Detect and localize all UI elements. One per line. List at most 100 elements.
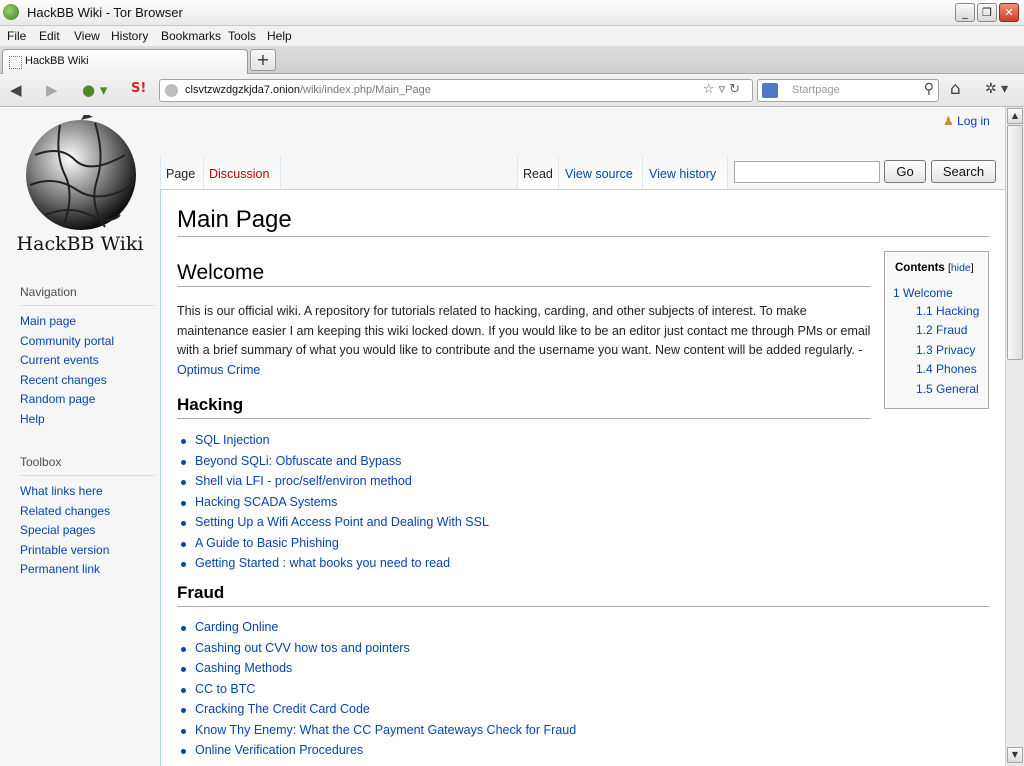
toc-item[interactable]: 1.3 Privacy bbox=[916, 343, 975, 357]
list-item[interactable]: SQL Injection bbox=[181, 430, 489, 451]
tab-label: HackBB Wiki bbox=[25, 55, 89, 67]
list-item[interactable]: Hacking SCADA Systems bbox=[181, 492, 489, 513]
menu-edit[interactable]: Edit bbox=[39, 29, 60, 43]
url-host: clsvtzwzdgzkjda7.onion bbox=[185, 84, 300, 96]
toolbox-link[interactable]: What links here bbox=[20, 482, 155, 502]
list-item[interactable]: Setting Up a Wifi Access Point and Deali… bbox=[181, 512, 489, 533]
nav-link[interactable]: Current events bbox=[20, 351, 155, 371]
toc-item[interactable]: 1.1 Hacking bbox=[916, 304, 979, 318]
toolbox-link[interactable]: Printable version bbox=[20, 541, 155, 561]
toc-item[interactable]: 1.2 Fraud bbox=[916, 323, 967, 337]
scroll-up-icon[interactable]: ▲ bbox=[1007, 108, 1023, 124]
toc-item[interactable]: 1 Welcome bbox=[893, 286, 953, 300]
menu-file[interactable]: File bbox=[7, 29, 26, 43]
minimize-button[interactable]: _ bbox=[955, 3, 975, 22]
forward-arrow-icon[interactable]: ▶ bbox=[46, 81, 58, 99]
tab-view-source[interactable]: View source bbox=[565, 167, 633, 181]
tab-view-history[interactable]: View history bbox=[649, 167, 716, 181]
menu-help[interactable]: Help bbox=[267, 29, 292, 43]
intro-text: This is our official wiki. A repository … bbox=[177, 304, 871, 357]
content-area: Main Page Welcome This is our official w… bbox=[160, 189, 1005, 766]
addon-icon[interactable]: ✲ ▾ bbox=[985, 81, 1008, 97]
url-actions: ☆▿↻ bbox=[703, 82, 744, 97]
search-button[interactable]: Search bbox=[931, 160, 996, 183]
author-link[interactable]: Optimus Crime bbox=[177, 363, 260, 377]
list-item[interactable]: Know Thy Enemy: What the CC Payment Gate… bbox=[181, 720, 576, 741]
toolbox-link[interactable]: Related changes bbox=[20, 502, 155, 522]
search-engine-icon[interactable] bbox=[762, 83, 778, 98]
nav-link[interactable]: Main page bbox=[20, 312, 155, 332]
tab-bar: HackBB Wiki + bbox=[0, 46, 1024, 74]
fraud-list: Carding Online Cashing out CVV how tos a… bbox=[181, 617, 576, 761]
list-item[interactable]: Cracking The Credit Card Code bbox=[181, 699, 576, 720]
list-item[interactable]: CC to BTC bbox=[181, 679, 576, 700]
title-divider bbox=[177, 236, 989, 237]
nav-link[interactable]: Recent changes bbox=[20, 371, 155, 391]
dropdown-arrow-icon[interactable]: ▿ bbox=[719, 82, 730, 97]
toc-hide[interactable]: [hide] bbox=[948, 262, 974, 274]
toolbox-link[interactable]: Special pages bbox=[20, 521, 155, 541]
list-item[interactable]: Cashing out CVV how tos and pointers bbox=[181, 638, 576, 659]
menu-tools[interactable]: Tools bbox=[228, 29, 256, 43]
address-bar[interactable]: clsvtzwzdgzkjda7.onion/wiki/index.php/Ma… bbox=[159, 79, 753, 102]
wiki-logo-text: HackBB Wiki bbox=[16, 233, 144, 255]
bookmark-star-icon[interactable]: ☆ bbox=[703, 82, 719, 97]
url-path: /wiki/index.php/Main_Page bbox=[299, 84, 431, 96]
login-link[interactable]: ♟ Log in bbox=[943, 114, 990, 128]
home-icon[interactable]: ⌂ bbox=[950, 79, 961, 99]
list-item[interactable]: Cashing Methods bbox=[181, 658, 576, 679]
search-placeholder: Startpage bbox=[792, 84, 840, 96]
nav-link[interactable]: Random page bbox=[20, 390, 155, 410]
menu-history[interactable]: History bbox=[111, 29, 148, 43]
list-item[interactable]: Beyond SQLi: Obfuscate and Bypass bbox=[181, 451, 489, 472]
fraud-heading: Fraud bbox=[177, 583, 225, 602]
web-page: HackBB Wiki Navigation Main page Communi… bbox=[0, 107, 1005, 766]
window-titlebar: HackBB Wiki - Tor Browser _ ❐ ✕ bbox=[0, 0, 1024, 26]
list-item[interactable]: A Guide to Basic Phishing bbox=[181, 533, 489, 554]
menu-view[interactable]: View bbox=[74, 29, 100, 43]
magnifier-icon[interactable]: ⚲ bbox=[924, 81, 934, 97]
nav-link[interactable]: Help bbox=[20, 410, 155, 430]
menu-bookmarks[interactable]: Bookmarks bbox=[161, 29, 221, 43]
maximize-button[interactable]: ❐ bbox=[977, 3, 997, 22]
noscript-icon[interactable]: S! bbox=[131, 81, 146, 96]
new-tab-button[interactable]: + bbox=[250, 49, 276, 71]
scroll-thumb[interactable] bbox=[1007, 125, 1023, 360]
list-item[interactable]: Online Verification Procedures bbox=[181, 740, 576, 761]
welcome-heading: Welcome bbox=[177, 261, 265, 284]
site-identity-icon[interactable] bbox=[165, 84, 178, 97]
tab-discussion[interactable]: Discussion bbox=[209, 167, 269, 181]
wiki-search-input[interactable] bbox=[734, 161, 880, 183]
browser-tab[interactable]: HackBB Wiki bbox=[2, 49, 248, 74]
table-of-contents: Contents [hide] 1 Welcome 1.1 Hacking 1.… bbox=[884, 251, 989, 409]
hacking-list: SQL Injection Beyond SQLi: Obfuscate and… bbox=[181, 430, 489, 574]
toc-hide-link[interactable]: hide bbox=[951, 262, 971, 274]
go-button[interactable]: Go bbox=[884, 160, 926, 183]
vertical-scrollbar[interactable]: ▲ ▼ bbox=[1005, 107, 1024, 766]
toc-item[interactable]: 1.4 Phones bbox=[916, 362, 977, 376]
navigation-toolbar: ◀ ▶ ● ▾ S! clsvtzwzdgzkjda7.onion/wiki/i… bbox=[0, 74, 1024, 107]
user-icon: ♟ bbox=[943, 114, 954, 128]
tor-browser-icon bbox=[3, 4, 19, 20]
toc-item[interactable]: 1.5 General bbox=[916, 382, 979, 396]
list-item[interactable]: Shell via LFI - proc/self/environ method bbox=[181, 471, 489, 492]
list-item[interactable]: Getting Started : what books you need to… bbox=[181, 553, 489, 574]
tor-onion-button-icon[interactable]: ● ▾ bbox=[82, 81, 107, 99]
page-title: Main Page bbox=[177, 206, 292, 233]
navigation-portal: Navigation Main page Community portal Cu… bbox=[20, 285, 155, 429]
search-engine-bar[interactable]: Startpage ⚲ bbox=[757, 79, 939, 102]
reload-icon[interactable]: ↻ bbox=[729, 82, 744, 97]
tab-page[interactable]: Page bbox=[166, 167, 195, 181]
toolbox-link[interactable]: Permanent link bbox=[20, 560, 155, 580]
list-item[interactable]: Carding Online bbox=[181, 617, 576, 638]
back-arrow-icon[interactable]: ◀ bbox=[10, 81, 22, 99]
tab-read[interactable]: Read bbox=[523, 167, 553, 181]
url-text: clsvtzwzdgzkjda7.onion/wiki/index.php/Ma… bbox=[185, 84, 431, 96]
scroll-down-icon[interactable]: ▼ bbox=[1007, 747, 1023, 763]
close-button[interactable]: ✕ bbox=[999, 3, 1019, 22]
menu-bar: File Edit View History Bookmarks Tools H… bbox=[0, 26, 1024, 46]
toc-title: Contents bbox=[895, 262, 945, 274]
intro-paragraph: This is our official wiki. A repository … bbox=[177, 302, 872, 380]
navigation-heading: Navigation bbox=[20, 285, 155, 306]
nav-link[interactable]: Community portal bbox=[20, 332, 155, 352]
